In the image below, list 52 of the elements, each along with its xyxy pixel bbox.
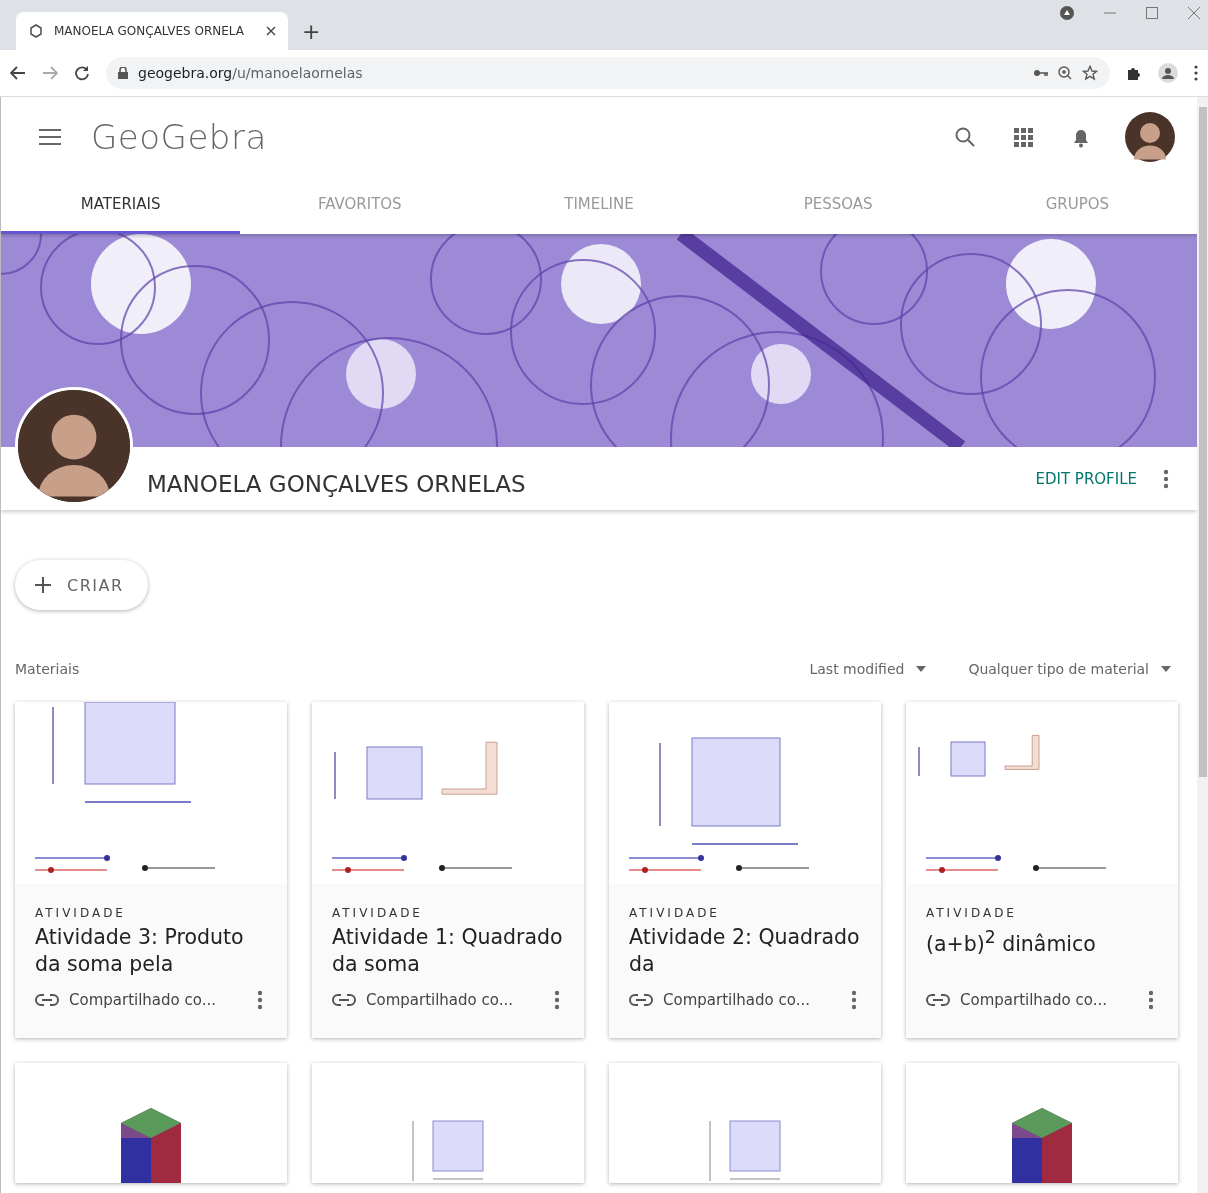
material-type: ATIVIDADE [35, 906, 127, 920]
tab-title: MANOELA GONÇALVES ORNELA [54, 24, 245, 38]
sharing-status: Compartilhado co... [69, 991, 217, 1009]
plus-icon [35, 577, 51, 593]
puzzle-icon[interactable] [1126, 65, 1142, 81]
caret-icon [916, 666, 927, 672]
profile-icon[interactable] [1060, 6, 1074, 20]
key-icon[interactable] [1034, 69, 1048, 77]
material-card[interactable] [906, 1063, 1178, 1183]
close-icon[interactable] [266, 26, 276, 36]
address-bar[interactable]: geogebra.org/u/manoelaornelas [106, 57, 1110, 89]
sort-dropdown[interactable]: Last modified [803, 660, 933, 678]
new-tab-button[interactable]: + [296, 12, 327, 50]
sharing-status: Compartilhado co... [366, 991, 514, 1009]
nav-tab[interactable]: MATERIAIS [1, 177, 241, 234]
back-icon[interactable] [10, 66, 26, 80]
caret-icon [1161, 666, 1171, 672]
link-icon [629, 994, 653, 1006]
geogebra-logo[interactable]: GeoGebra [91, 117, 267, 157]
material-type: ATIVIDADE [926, 906, 1018, 920]
sharing-status: Compartilhado co... [960, 991, 1108, 1009]
star-icon[interactable] [1082, 65, 1098, 81]
material-title: (a+b)$^{2}$ dinâmico [926, 926, 1097, 958]
browser-tab[interactable]: MANOELA GONÇALVES ORNELA [16, 12, 288, 50]
create-button[interactable]: CRIAR [15, 560, 148, 610]
type-filter-dropdown[interactable]: Qualquer tipo de material [962, 660, 1177, 678]
profile-name: MANOELA GONÇALVES ORNELAS [147, 470, 526, 497]
account-avatar[interactable] [1125, 112, 1175, 162]
scrollbar-thumb[interactable] [1198, 107, 1207, 777]
menu-icon[interactable] [1194, 65, 1198, 81]
lock-icon [118, 67, 128, 79]
link-icon [926, 994, 950, 1006]
material-type: ATIVIDADE [629, 906, 721, 920]
site-icon [28, 23, 44, 39]
link-icon [332, 994, 356, 1006]
section-heading: Materiais [15, 661, 81, 677]
material-title: Atividade 3: Produto da soma pela [35, 924, 245, 978]
material-type: ATIVIDADE [332, 906, 424, 920]
material-title: Atividade 2: Quadrado da [629, 924, 861, 978]
edit-profile-button[interactable]: EDIT PROFILE [1027, 463, 1145, 494]
material-card[interactable] [15, 1063, 287, 1183]
material-card[interactable]: ATIVIDADE Atividade 3: Produto da soma pela Compartilhado co... [15, 702, 287, 1038]
link-icon [35, 994, 59, 1006]
menu-icon[interactable] [39, 129, 61, 145]
zoom-icon[interactable] [1058, 66, 1072, 80]
maximize-icon[interactable] [1146, 7, 1158, 19]
account-icon[interactable] [1158, 63, 1178, 83]
url-path: /u/manoelaornelas [232, 65, 363, 81]
url-host: geogebra.org [138, 65, 233, 81]
reload-icon[interactable] [74, 65, 90, 81]
material-title: Atividade 1: Quadrado da soma [332, 924, 564, 978]
sharing-status: Compartilhado co... [663, 991, 811, 1009]
